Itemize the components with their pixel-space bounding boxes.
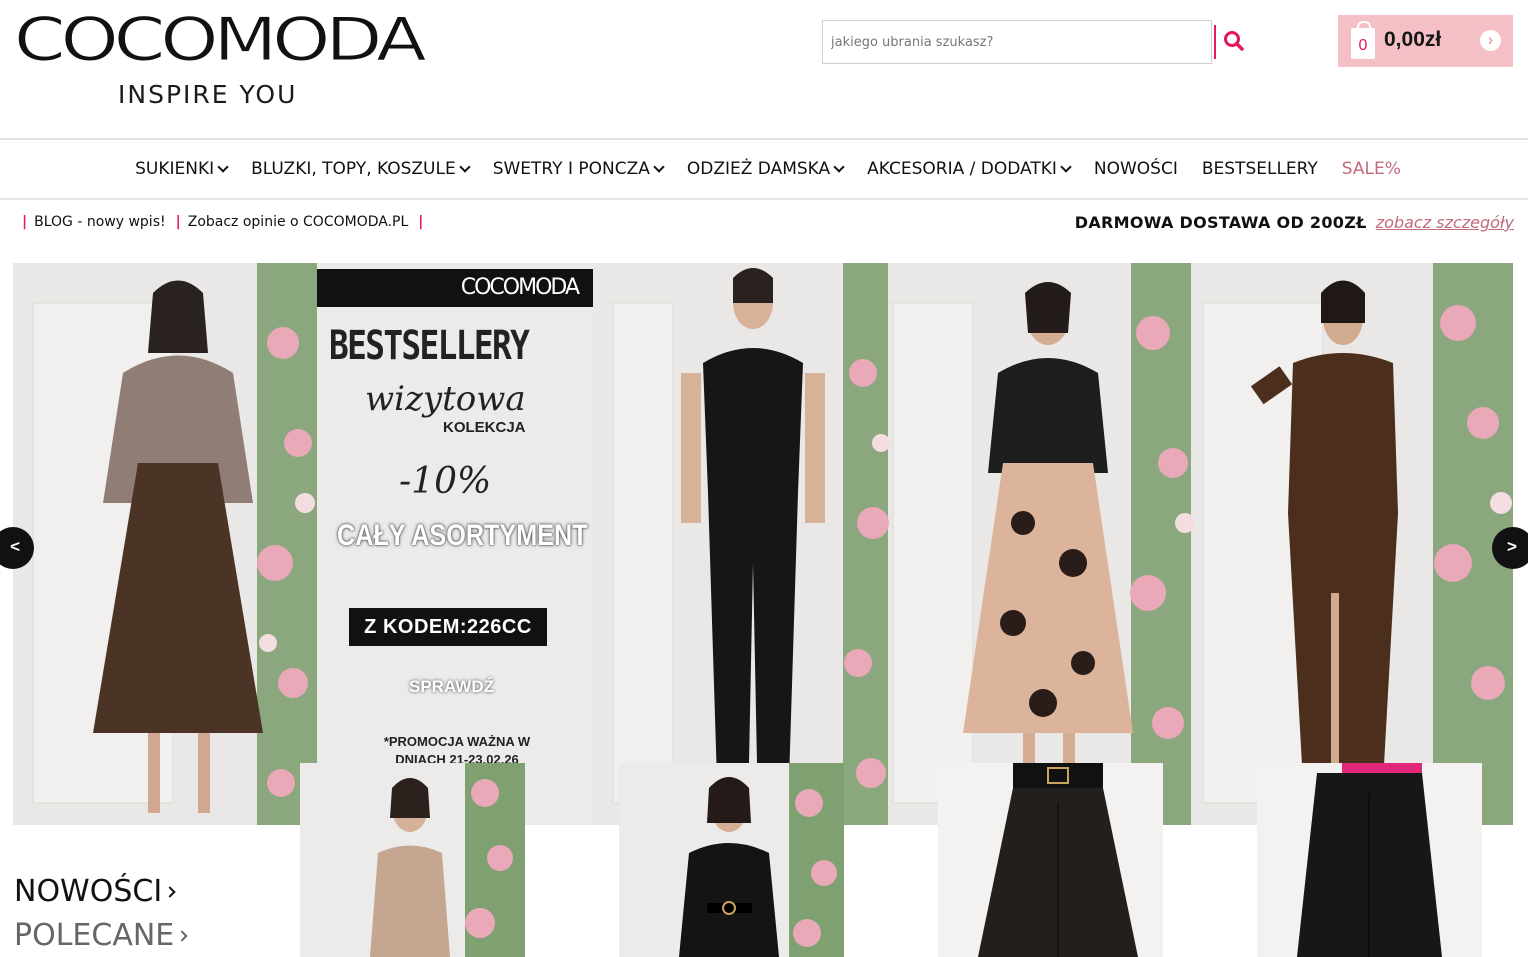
nav-label: BLUZKI, TOPY, KOSZULE — [251, 159, 456, 179]
free-shipping-notice: DARMOWA DOSTAWA OD 200ZŁ zobacz szczegół… — [1075, 213, 1514, 232]
search-icon — [1224, 30, 1244, 51]
section-recommended-label: POLECANE — [14, 918, 175, 953]
cart-total: 0,00zł — [1384, 28, 1442, 51]
product-carousel — [300, 763, 1500, 957]
blog-link[interactable]: BLOG - nowy wpis! — [34, 214, 165, 230]
section-recommended-link[interactable]: POLECANE — [14, 918, 188, 953]
chevron-down-icon — [459, 161, 471, 173]
chevron-right-icon — [176, 929, 188, 942]
search-input[interactable] — [822, 20, 1212, 64]
info-bar: | BLOG - nowy wpis! | Zobacz opinie o CO… — [0, 204, 1528, 242]
chevron-right-icon — [164, 885, 176, 898]
product-card[interactable] — [300, 763, 525, 957]
promo-brand: COCOMODA — [317, 269, 593, 307]
section-new-label: NOWOŚCI — [14, 874, 163, 909]
promo-assortment: CAŁY ASORTYMENT — [337, 519, 588, 552]
chevron-down-icon — [1060, 161, 1072, 173]
nav-item-bluzki[interactable]: BLUZKI, TOPY, KOSZULE — [251, 159, 471, 179]
promo-code: Z KODEM:226CC — [349, 608, 547, 646]
product-card[interactable] — [938, 763, 1163, 957]
separator: | — [22, 214, 28, 230]
chevron-right-circle-icon: › — [1480, 30, 1501, 51]
product-card[interactable] — [619, 763, 844, 957]
logo[interactable]: COCOMODA INSPIRE YOU — [13, 10, 427, 110]
cart-count: 0 — [1358, 37, 1368, 54]
promo-discount: -10% — [399, 461, 492, 502]
shipping-text: DARMOWA DOSTAWA OD 200ZŁ — [1074, 213, 1367, 232]
slider-next-button[interactable]: > — [1492, 527, 1528, 569]
chevron-down-icon — [833, 161, 845, 173]
nav-label: ODZIEŻ DAMSKA — [686, 159, 831, 179]
hero-slider[interactable]: COCOMODA BESTSELLERY wizytowa KOLEKCJA -… — [13, 263, 1513, 825]
wide-trousers-image — [938, 763, 1163, 957]
main-nav: SUKIENKI BLUZKI, TOPY, KOSZULE SWETRY I … — [0, 140, 1528, 200]
nav-label: AKCESORIA / DODATKI — [867, 159, 1057, 179]
section-new-link[interactable]: NOWOŚCI — [14, 874, 176, 909]
nav-label: SWETRY I PONCZA — [492, 159, 650, 179]
cart-button[interactable]: 0 0,00zł › — [1338, 15, 1513, 67]
velvet-dress-image — [619, 763, 844, 957]
nav-item-sukienki[interactable]: SUKIENKI — [135, 159, 229, 179]
satin-dress-image — [300, 763, 525, 957]
model-photos — [13, 263, 1513, 825]
shipping-details-link[interactable]: zobacz szczegóły — [1376, 213, 1514, 232]
nav-item-odziez[interactable]: ODZIEŻ DAMSKA — [686, 159, 845, 179]
logo-tagline: INSPIRE YOU — [118, 80, 298, 109]
chevron-down-icon — [653, 161, 665, 173]
nav-item-nowosci[interactable]: NOWOŚCI — [1094, 159, 1178, 179]
promo-script: wizytowa — [365, 379, 526, 419]
product-card[interactable] — [1257, 763, 1482, 957]
jogger-trousers-image — [1257, 763, 1482, 957]
nav-item-bestsellery[interactable]: BESTSELLERY — [1202, 159, 1318, 179]
nav-item-swetry[interactable]: SWETRY I PONCZA — [492, 159, 665, 179]
chevron-down-icon — [217, 161, 229, 173]
shopping-bag-icon: 0 — [1351, 21, 1375, 59]
logo-text: COCOMODA — [13, 5, 427, 75]
reviews-link[interactable]: Zobacz opinie o COCOMODA.PL — [188, 214, 409, 230]
promo-panel[interactable]: COCOMODA BESTSELLERY wizytowa KOLEKCJA -… — [317, 263, 593, 825]
nav-item-sale[interactable]: SALE% — [1342, 159, 1401, 179]
promo-sub: KOLEKCJA — [443, 419, 526, 436]
promo-cta[interactable]: SPRAWDŹ — [409, 677, 494, 697]
separator: | — [418, 214, 424, 230]
promo-headline: BESTSELLERY — [329, 323, 530, 369]
nav-item-akcesoria[interactable]: AKCESORIA / DODATKI — [867, 159, 1072, 179]
separator: | — [175, 214, 181, 230]
search-button[interactable] — [1214, 25, 1252, 59]
nav-label: SUKIENKI — [135, 159, 215, 179]
site-header: COCOMODA INSPIRE YOU 0 0,00zł › — [0, 0, 1528, 140]
info-links: | BLOG - nowy wpis! | Zobacz opinie o CO… — [22, 214, 430, 230]
